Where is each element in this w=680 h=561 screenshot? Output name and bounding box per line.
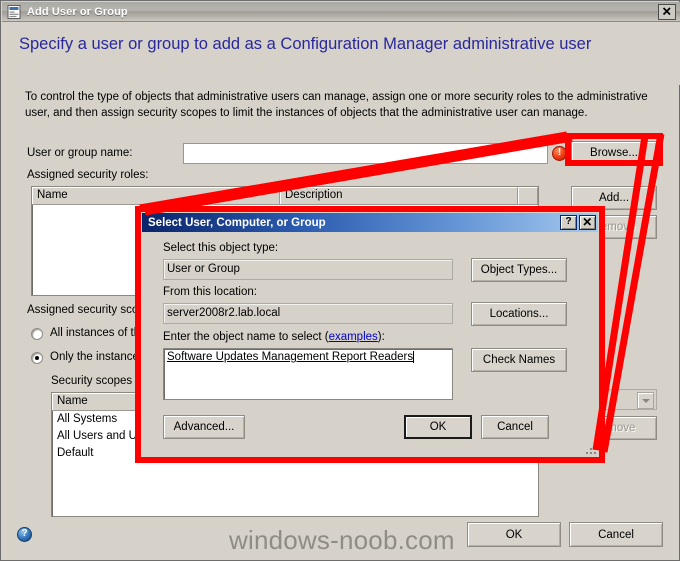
- dialog-close-button[interactable]: [579, 215, 596, 230]
- object-name-label-pre: Enter the object name to select (: [163, 331, 329, 343]
- roles-column-description[interactable]: Description: [280, 187, 518, 204]
- close-icon: [583, 217, 592, 226]
- help-icon[interactable]: [17, 527, 32, 542]
- dialog-titlebar: Select User, Computer, or Group ?: [142, 213, 598, 232]
- examples-link[interactable]: examples: [329, 331, 378, 343]
- user-or-group-input[interactable]: [183, 143, 548, 164]
- radio-all-instances-control[interactable]: [31, 328, 43, 340]
- window-titlebar: Add User or Group: [2, 2, 680, 22]
- radio-all-instances-label: All instances of the: [50, 327, 147, 339]
- assigned-scopes-label: Assigned security scop: [27, 304, 145, 316]
- radio-only-instances-control[interactable]: [31, 352, 43, 364]
- dialog-cancel-button[interactable]: Cancel: [481, 415, 549, 439]
- browse-button[interactable]: Browse...: [571, 141, 657, 165]
- dialog-help-button[interactable]: ?: [560, 215, 577, 230]
- screenshot-root: Add User or Group Specify a user or grou…: [0, 0, 680, 561]
- object-name-label: Enter the object name to select (example…: [163, 331, 385, 343]
- advanced-button[interactable]: Advanced...: [163, 415, 245, 439]
- object-name-value: Software Updates Management Report Reade…: [167, 351, 415, 363]
- scopes-note-label: Security scopes ar: [51, 375, 146, 387]
- security-roles-grid-header: Name Description: [32, 187, 538, 205]
- radio-all-instances[interactable]: All instances of the: [31, 327, 147, 340]
- radio-only-instances-label: Only the instances: [50, 351, 145, 363]
- roles-column-spacer: [518, 187, 538, 204]
- locations-button[interactable]: Locations...: [471, 302, 567, 326]
- wizard-header: Specify a user or group to add as a Conf…: [2, 22, 680, 85]
- dialog-title: Select User, Computer, or Group: [148, 216, 326, 229]
- select-user-computer-group-dialog: Select User, Computer, or Group ? Select…: [140, 211, 600, 458]
- resize-grip-icon[interactable]: [584, 442, 596, 454]
- assigned-roles-label: Assigned security roles:: [27, 169, 149, 181]
- radio-only-instances[interactable]: Only the instances: [31, 351, 145, 364]
- window-close-button[interactable]: [658, 3, 676, 20]
- chevron-down-icon[interactable]: [637, 392, 654, 409]
- page-title: Specify a user or group to add as a Conf…: [19, 35, 592, 53]
- window-title: Add User or Group: [27, 5, 128, 18]
- dialog-ok-button[interactable]: OK: [404, 415, 472, 439]
- object-name-label-post: ):: [377, 331, 385, 343]
- error-required-icon: [552, 146, 567, 161]
- object-type-label: Select this object type:: [163, 242, 279, 254]
- object-types-button[interactable]: Object Types...: [471, 258, 567, 282]
- location-label: From this location:: [163, 286, 257, 298]
- object-name-input[interactable]: Software Updates Management Report Reade…: [163, 348, 453, 400]
- intro-paragraph: To control the type of objects that admi…: [25, 91, 648, 119]
- ok-button[interactable]: OK: [467, 522, 561, 547]
- watermark: windows-noob.com: [229, 525, 455, 555]
- location-field[interactable]: server2008r2.lab.local: [163, 303, 453, 324]
- add-role-button[interactable]: Add...: [571, 186, 657, 210]
- cancel-button[interactable]: Cancel: [569, 522, 663, 547]
- roles-column-name[interactable]: Name: [32, 187, 280, 204]
- window-document-icon: [7, 4, 21, 19]
- close-icon: [662, 6, 671, 15]
- check-names-button[interactable]: Check Names: [471, 348, 567, 372]
- object-type-field[interactable]: User or Group: [163, 259, 453, 280]
- user-or-group-label: User or group name:: [27, 147, 133, 159]
